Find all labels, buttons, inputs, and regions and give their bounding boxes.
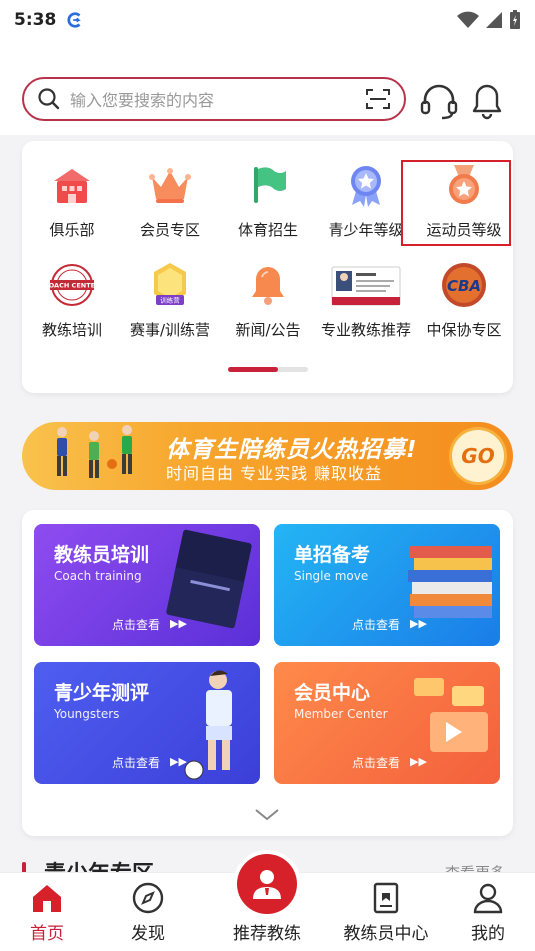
search-input[interactable]: 输入您要搜索的内容 (70, 87, 366, 111)
certificate-cards-icon (166, 529, 252, 629)
feature-title: 单招备考 (294, 544, 371, 566)
chevron-down-icon[interactable] (254, 808, 280, 822)
coach-center-text: COACH CENTER (48, 282, 96, 290)
feature-subtitle: Coach training (54, 569, 142, 583)
menu-label: 会员专区 (139, 221, 200, 239)
search-icon (38, 88, 60, 110)
menu-label: 专业教练推荐 (320, 321, 411, 339)
wifi-icon (457, 11, 479, 28)
compass-icon (132, 882, 164, 914)
menu-label: 俱乐部 (49, 221, 95, 239)
menu-pager (228, 367, 308, 372)
user-icon (473, 883, 503, 914)
feature-title: 青少年测评 (54, 682, 150, 704)
menu-item-member-area[interactable]: 会员专区 (120, 141, 220, 241)
menu-item-coach-recommend[interactable]: 专业教练推荐 (316, 241, 416, 341)
highlight-box (401, 160, 511, 246)
go-button[interactable]: GO (449, 427, 507, 485)
feature-subtitle: Youngsters (54, 707, 120, 721)
menu-item-cba-zone[interactable]: CBA 中保协专区 (414, 241, 514, 341)
tab-home[interactable]: 首页 (2, 873, 92, 951)
feature-card-member-center[interactable]: 会员中心 Member Center 点击查看 ▶▶ (274, 662, 500, 784)
view-link[interactable]: 点击查看 (112, 616, 160, 633)
view-link[interactable]: 点击查看 (352, 754, 400, 771)
tab-label: 教练员中心 (343, 924, 429, 944)
menu-label: 赛事/训练营 (129, 321, 211, 339)
menu-label: 教练培训 (41, 321, 102, 339)
menu-item-coach-training[interactable]: COACH CENTER 教练培训 (22, 241, 122, 341)
tab-label: 我的 (471, 924, 505, 944)
tab-mine[interactable]: 我的 (443, 873, 533, 951)
training-camp-badge-icon: 训练营 (154, 263, 186, 305)
search-bar[interactable]: 输入您要搜索的内容 (22, 77, 406, 121)
menu-grid: 俱乐部 会员专区 体育招生 青少年等级 运动员等级 OACH CENTE 教练培… (22, 141, 513, 393)
menu-item-news[interactable]: 新闻/公告 (218, 241, 318, 341)
tab-label: 推荐教练 (233, 924, 301, 944)
coach-id-card-icon (331, 266, 401, 306)
soccer-player-icon (184, 670, 232, 780)
cba-text: CBA (447, 277, 481, 295)
view-link[interactable]: 点击查看 (112, 754, 160, 771)
menu-label: 中保协专区 (426, 321, 502, 339)
menu-label: 体育招生 (237, 221, 298, 239)
flag-icon (254, 167, 286, 203)
scan-icon[interactable] (366, 88, 390, 110)
feature-title: 教练员培训 (54, 544, 150, 566)
feature-card-youth-assessment[interactable]: 青少年测评 Youngsters 点击查看 ▶▶ (34, 662, 260, 784)
member-chat-icon (414, 678, 488, 752)
medal-star-icon (351, 166, 381, 207)
notification-bell-icon[interactable] (466, 80, 508, 122)
customer-service-icon[interactable] (418, 80, 460, 122)
tab-label: 首页 (30, 924, 64, 944)
club-building-icon (54, 169, 90, 203)
menu-label: 新闻/公告 (235, 321, 301, 339)
menu-pager-active (228, 367, 278, 372)
coach-center-badge-icon: COACH CENTER (48, 264, 96, 306)
feature-card-coach-training[interactable]: 教练员培训 Coach training 点击查看 ▶▶ (34, 524, 260, 646)
training-camp-text: 训练营 (160, 296, 180, 305)
recommend-coach-button[interactable] (237, 854, 297, 914)
books-stack-icon (408, 546, 492, 618)
feature-subtitle: Single move (294, 569, 369, 583)
tab-discover[interactable]: 发现 (103, 873, 193, 951)
cba-logo-icon: CBA (442, 263, 486, 307)
double-arrow-icon: ▶▶ (410, 617, 427, 630)
status-time: 5:38 (14, 10, 57, 30)
app-notification-icon (67, 12, 82, 28)
feature-subtitle: Member Center (294, 707, 388, 721)
feature-cards: 教练员培训 Coach training 点击查看 ▶▶ 单招备考 Single… (22, 510, 513, 836)
signal-icon (486, 12, 502, 28)
double-arrow-icon: ▶▶ (170, 617, 187, 630)
recruit-banner[interactable]: 体育生陪练员火热招募! 时间自由 专业实践 赚取收益 GO (22, 422, 513, 490)
feature-card-single-exam[interactable]: 单招备考 Single move 点击查看 ▶▶ (274, 524, 500, 646)
tab-coach-center[interactable]: 教练员中心 (341, 873, 431, 951)
menu-item-club[interactable]: 俱乐部 (22, 141, 122, 241)
banner-title: 体育生陪练员火热招募! (166, 437, 418, 463)
feature-title: 会员中心 (294, 682, 371, 704)
players-illustration-icon (57, 425, 132, 478)
menu-item-sports-enrollment[interactable]: 体育招生 (218, 141, 318, 241)
banner-subtitle: 时间自由 专业实践 赚取收益 (166, 464, 383, 483)
double-arrow-icon: ▶▶ (410, 755, 427, 768)
top-bar: 输入您要搜索的内容 (0, 40, 535, 135)
tab-label: 发现 (131, 924, 165, 944)
view-link[interactable]: 点击查看 (352, 616, 400, 633)
battery-icon (510, 10, 520, 29)
bell-icon (252, 267, 284, 305)
crown-icon (149, 168, 191, 203)
menu-label: 青少年等级 (328, 221, 404, 239)
home-icon (33, 885, 61, 912)
status-bar: 5:38 (0, 0, 535, 40)
coach-badge-icon (373, 882, 399, 914)
menu-item-events-camps[interactable]: 训练营 赛事/训练营 (120, 241, 220, 341)
double-arrow-icon: ▶▶ (170, 755, 187, 768)
coach-person-icon (253, 870, 281, 899)
